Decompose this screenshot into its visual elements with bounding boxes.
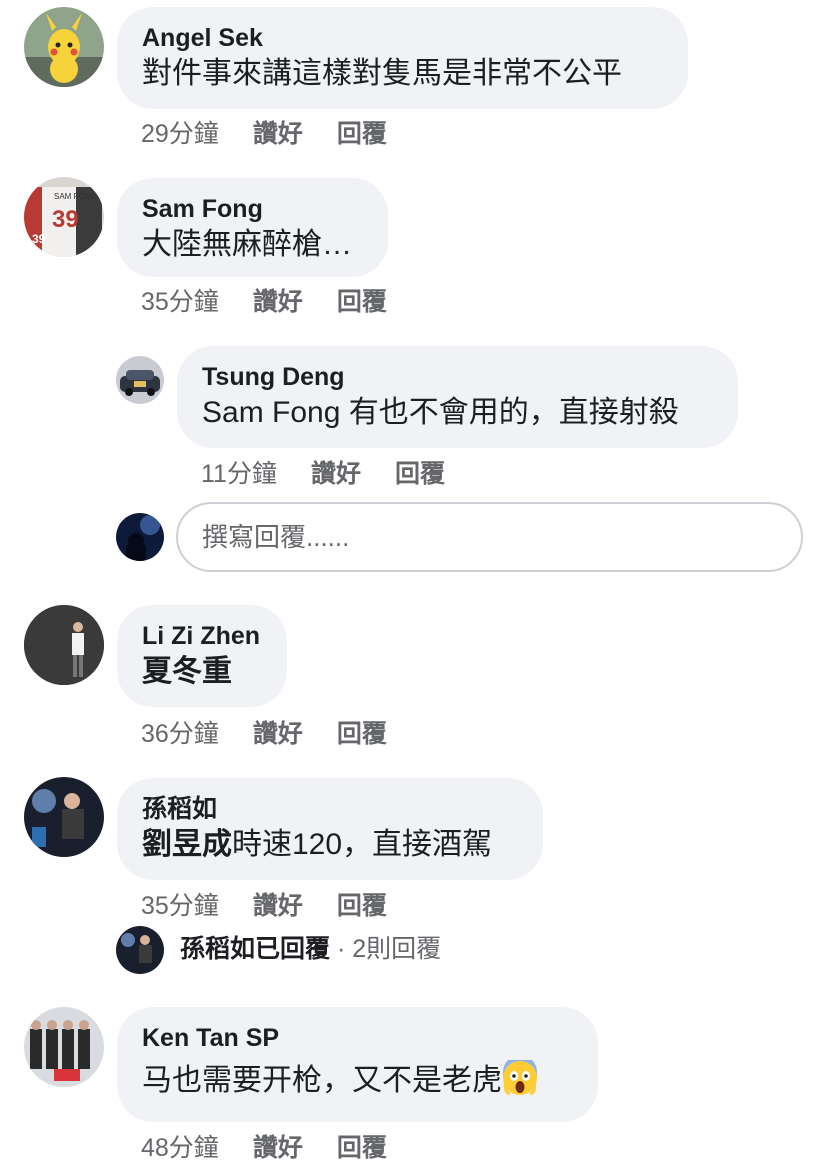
scream-emoji-icon <box>503 1060 537 1096</box>
reply-button[interactable]: 回覆 <box>337 886 387 922</box>
comment-bubble: Angel Sek 對件事來講這樣對隻馬是非常不公平 <box>117 7 688 109</box>
commenter-name[interactable]: Ken Tan SP <box>142 1022 572 1054</box>
avatar-pikachu-icon <box>24 7 104 87</box>
commenter-name[interactable]: Sam Fong <box>142 193 362 225</box>
comment-bubble: Ken Tan SP 马也需要开枪，又不是老虎 <box>117 1007 598 1122</box>
like-button[interactable]: 讚好 <box>253 114 303 150</box>
commenter-name[interactable]: Angel Sek <box>142 22 662 54</box>
like-button[interactable]: 讚好 <box>311 454 361 490</box>
replied-label: 已回覆 <box>255 935 331 963</box>
comment-actions: 35分鐘 讚好 回覆 <box>141 282 421 318</box>
svg-text:39: 39 <box>52 206 79 233</box>
comment-text: 劉昱成時速120，直接酒駕 <box>142 828 493 861</box>
reply-button[interactable]: 回覆 <box>395 454 445 490</box>
reply-button[interactable]: 回覆 <box>337 714 387 750</box>
like-button[interactable]: 讚好 <box>253 886 303 922</box>
reply-button[interactable]: 回覆 <box>337 282 387 318</box>
reply-count: 2則回覆 <box>352 935 442 963</box>
avatar[interactable] <box>116 356 164 404</box>
svg-text:39: 39 <box>32 232 46 246</box>
comment-text: 大陸無麻醉槍… <box>142 228 352 261</box>
avatar-singer-icon <box>24 777 104 857</box>
comment-actions: 29分鐘 讚好 回覆 <box>141 114 421 150</box>
comment-time[interactable]: 29分鐘 <box>141 114 219 150</box>
avatar-jersey-icon: SAM FONG 39 39 <box>24 177 104 257</box>
comment-bubble: Li Zi Zhen 夏冬重 <box>117 605 287 707</box>
avatar-group-icon <box>24 1007 104 1087</box>
view-replies-link[interactable]: 孫稻如已回覆 · 2則回覆 <box>180 933 441 965</box>
svg-text:SAM FONG: SAM FONG <box>54 192 97 201</box>
comment-time[interactable]: 35分鐘 <box>141 282 219 318</box>
avatar-singer-icon <box>116 926 164 974</box>
comment-text: Sam Fong 有也不會用的，直接射殺 <box>202 396 679 429</box>
comment-bubble: Sam Fong 大陸無麻醉槍… <box>117 178 388 277</box>
reply-input[interactable] <box>176 502 803 572</box>
comment-time[interactable]: 11分鐘 <box>201 454 277 490</box>
avatar[interactable]: SAM FONG 39 39 <box>24 177 104 257</box>
comment-time[interactable]: 36分鐘 <box>141 714 219 750</box>
avatar[interactable] <box>24 605 104 685</box>
commenter-name[interactable]: Li Zi Zhen <box>142 620 261 652</box>
reply-bubble: Tsung Deng Sam Fong 有也不會用的，直接射殺 <box>177 346 738 448</box>
commenter-name[interactable]: Tsung Deng <box>202 361 712 393</box>
separator: · <box>330 935 353 963</box>
like-button[interactable]: 讚好 <box>253 282 303 318</box>
replier-name: 孫稻如 <box>180 935 256 963</box>
current-user-avatar <box>116 513 164 561</box>
avatar-person-icon <box>24 605 104 685</box>
comment-actions: 35分鐘 讚好 回覆 <box>141 886 421 922</box>
avatar[interactable] <box>24 7 104 87</box>
mentioned-user-tag[interactable]: 劉昱成 <box>142 828 232 861</box>
comment-text: 對件事來講這樣對隻馬是非常不公平 <box>142 57 622 90</box>
commenter-name[interactable]: 孫稻如 <box>142 793 517 825</box>
comment-actions: 36分鐘 讚好 回覆 <box>141 714 421 750</box>
avatar-silhouette-icon <box>116 513 164 561</box>
avatar-car-icon <box>116 356 164 404</box>
like-button[interactable]: 讚好 <box>253 714 303 750</box>
comment-bubble: 孫稻如 劉昱成時速120，直接酒駕 <box>117 778 543 880</box>
avatar <box>116 926 164 974</box>
reply-button[interactable]: 回覆 <box>337 114 387 150</box>
comment-time[interactable]: 35分鐘 <box>141 886 219 922</box>
avatar[interactable] <box>24 777 104 857</box>
comment-text: 马也需要开枪，又不是老虎 <box>142 1060 572 1101</box>
comment-actions: 11分鐘 讚好 回覆 <box>201 454 479 490</box>
comment-text: 夏冬重 <box>142 655 232 688</box>
avatar[interactable] <box>24 1007 104 1087</box>
